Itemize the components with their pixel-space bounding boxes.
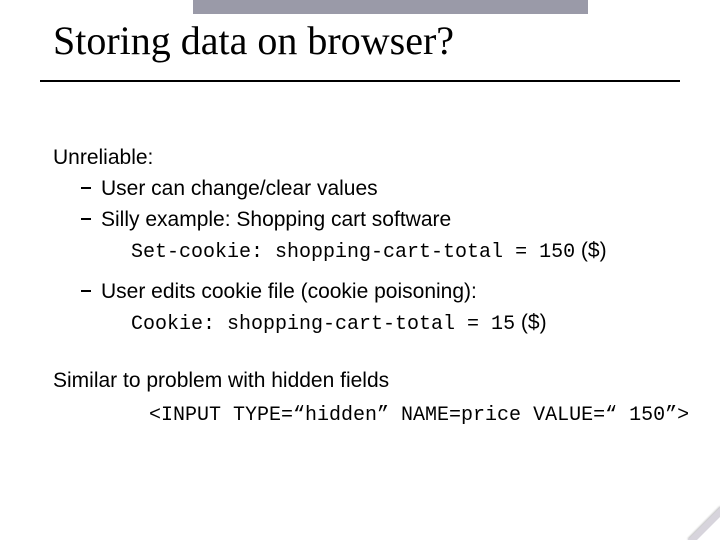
bullet-3-text: User edits cookie file (cookie poisoning… bbox=[101, 280, 477, 303]
dollar-1: ($) bbox=[575, 239, 607, 262]
page-curl-icon bbox=[674, 494, 720, 540]
code-line-1: Set-cookie: shopping-cart-total = 150 ($… bbox=[53, 238, 698, 266]
slide: Storing data on browser? Unreliable: Use… bbox=[0, 0, 720, 540]
closing-line: Similar to problem with hidden fields bbox=[53, 368, 698, 395]
slide-title: Storing data on browser? bbox=[53, 20, 454, 62]
bullet-2-text: Silly example: Shopping cart software bbox=[101, 208, 451, 231]
dash-icon bbox=[81, 187, 91, 189]
code-1-text: Set-cookie: shopping-cart-total = 150 bbox=[131, 241, 575, 264]
code-line-3: <INPUT TYPE=“hidden” NAME=price VALUE=“ … bbox=[53, 401, 698, 429]
title-underline bbox=[40, 80, 680, 82]
bullet-3: User edits cookie file (cookie poisoning… bbox=[53, 279, 698, 306]
bullet-1: User can change/clear values bbox=[53, 176, 698, 203]
title-shadow-bar bbox=[193, 0, 588, 14]
intro-line: Unreliable: bbox=[53, 145, 698, 172]
dash-icon bbox=[81, 218, 91, 220]
slide-body: Unreliable: User can change/clear values… bbox=[53, 145, 698, 428]
code-line-2: Cookie: shopping-cart-total = 15 ($) bbox=[53, 310, 698, 338]
dollar-2: ($) bbox=[515, 311, 547, 334]
code-2a-text: Cookie: bbox=[131, 313, 215, 336]
code-2b-text: shopping-cart-total = 15 bbox=[215, 313, 515, 336]
bullet-1-text: User can change/clear values bbox=[101, 177, 378, 200]
dash-icon bbox=[81, 290, 91, 292]
bullet-2: Silly example: Shopping cart software bbox=[53, 207, 698, 234]
code-3-text: <INPUT TYPE=“hidden” NAME=price VALUE=“ … bbox=[149, 404, 689, 427]
